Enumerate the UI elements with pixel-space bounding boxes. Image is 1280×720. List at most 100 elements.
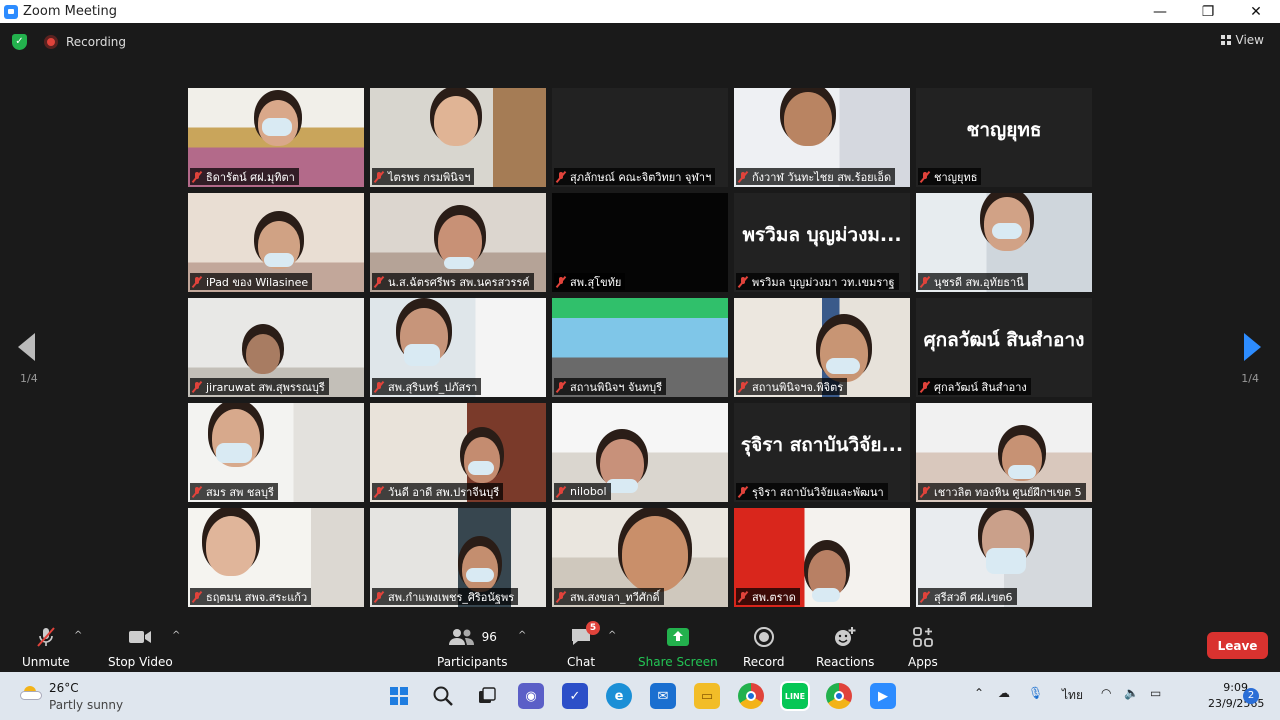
participant-tile[interactable]: พรวิมล บุญม่วงม... พรวิมล บุญม่วงมา วท.เข… [734, 193, 910, 292]
file-explorer-icon[interactable]: ▭ [694, 683, 720, 709]
participant-tile[interactable]: ไตรพร กรมพินิจฯ [370, 88, 546, 187]
teams-chat-icon[interactable]: ◉ [518, 683, 544, 709]
participant-tile[interactable]: สพ.ตราด [734, 508, 910, 607]
muted-mic-icon [192, 591, 202, 603]
participants-options-chevron-icon[interactable]: ^ [518, 630, 526, 641]
stop-video-button[interactable]: Stop Video [108, 625, 173, 669]
muted-mic-icon [374, 171, 384, 183]
power-automate-icon[interactable]: ✓ [562, 683, 588, 709]
chat-options-chevron-icon[interactable]: ^ [608, 630, 616, 641]
maximize-button[interactable]: ❐ [1184, 0, 1232, 23]
audio-options-chevron-icon[interactable]: ^ [74, 630, 82, 641]
leave-button[interactable]: Leave [1207, 632, 1268, 659]
participant-name: นุชรดี สพ.อุทัยธานี [934, 275, 1024, 289]
reactions-button[interactable]: Reactions [816, 625, 874, 669]
participant-tile[interactable]: ธิดารัตน์ ศฝ.มุทิตา [188, 88, 364, 187]
next-page-arrow-icon[interactable] [1244, 333, 1261, 361]
participant-tile[interactable]: นุชรดี สพ.อุทัยธานี [916, 193, 1092, 292]
partly-sunny-icon[interactable] [20, 686, 42, 700]
participant-tile[interactable]: วันดี อาดี สพ.ปราจีนบุรี [370, 403, 546, 502]
participant-tile[interactable]: สถานพินิจฯจ.พิจิตร [734, 298, 910, 397]
face-mask [216, 443, 252, 463]
participant-tile[interactable]: น.ส.ฉัตรศรีพร สพ.นครสวรรค์ [370, 193, 546, 292]
view-button[interactable]: View [1220, 33, 1264, 47]
stop-video-label: Stop Video [108, 655, 173, 669]
microphone-tray-icon[interactable]: 🎙 [1028, 686, 1043, 700]
participant-tile[interactable]: สุรีสวดี ศฝ.เขต6 [916, 508, 1092, 607]
participant-tile[interactable]: jiraruwat สพ.สุพรรณบุรี [188, 298, 364, 397]
participant-name: วันดี อาดี สพ.ปราจีนบุรี [388, 485, 500, 499]
participant-face [622, 516, 688, 592]
participant-tile[interactable]: iPad ของ Wilasinee [188, 193, 364, 292]
wifi-icon[interactable]: ◠ [1101, 686, 1111, 700]
weather-condition[interactable]: Partly sunny [49, 698, 123, 712]
video-options-chevron-icon[interactable]: ^ [172, 630, 180, 641]
minimize-button[interactable]: — [1136, 0, 1184, 23]
face-mask [444, 257, 474, 269]
share-screen-icon [666, 625, 690, 649]
muted-microphone-icon [34, 625, 58, 649]
previous-page-arrow-icon[interactable] [18, 333, 35, 361]
muted-mic-icon [738, 486, 748, 498]
chrome-profile-icon[interactable] [826, 683, 852, 709]
participant-tile[interactable]: สพ.สุโขทัย [552, 193, 728, 292]
input-language[interactable]: ไทย [1062, 686, 1083, 705]
record-button[interactable]: Record [743, 625, 784, 669]
participant-name-tag: สพ.สงขลา_ทวีศักดิ์ [554, 588, 664, 605]
mail-icon[interactable]: ✉ [650, 683, 676, 709]
participant-tile[interactable]: สพ.สงขลา_ทวีศักดิ์ [552, 508, 728, 607]
tray-overflow-chevron-icon[interactable]: ⌃ [974, 686, 984, 700]
participant-name: iPad ของ Wilasinee [206, 275, 309, 289]
participant-name-tag: สพ.กำแพงเพชร_ศิริอนัฐพร [372, 588, 519, 605]
participant-face [784, 92, 832, 146]
participant-tile[interactable]: ศุกลวัฒน์ สินสำอาง ศุกลวัฒน์ สินสำอาง [916, 298, 1092, 397]
muted-mic-icon [374, 381, 384, 393]
participant-tile[interactable]: nilobol [552, 403, 728, 502]
participant-tile[interactable]: รุจิรา สถาบันวิจัย... รุจิรา สถาบันวิจัยแ… [734, 403, 910, 502]
participant-name-tag: สถานพินิจฯ จันทบุรี [554, 378, 667, 395]
participant-tile[interactable]: ธฤตมน สพจ.สระแก้ว [188, 508, 364, 607]
participant-tile[interactable]: สุภลักษณ์ คณะจิตวิทยา จุฬาฯ [552, 88, 728, 187]
muted-mic-icon [374, 591, 384, 603]
participant-tile[interactable]: สพ.กำแพงเพชร_ศิริอนัฐพร [370, 508, 546, 607]
chat-button[interactable]: 5 Chat [567, 621, 601, 669]
participants-button[interactable]: 96 Participants [437, 625, 508, 669]
participant-name: เชาวลิต ทองหิน ศูนย์ฝึกฯเขต 5 [934, 485, 1082, 499]
muted-mic-icon [920, 486, 930, 498]
windows-start-icon[interactable] [386, 683, 412, 709]
onedrive-cloud-icon[interactable]: ☁ [998, 686, 1010, 700]
participant-tile[interactable]: ชาญยุทธ ชาญยุทธ [916, 88, 1092, 187]
participant-name: น.ส.ฉัตรศรีพร สพ.นครสวรรค์ [388, 275, 530, 289]
encryption-shield-icon[interactable]: ✓ [12, 34, 27, 50]
muted-mic-icon [556, 486, 566, 498]
participant-name: สพ.สงขลา_ทวีศักดิ์ [570, 590, 660, 604]
participant-display-name: รุจิรา สถาบันวิจัย... [740, 433, 904, 456]
recording-label[interactable]: Recording [66, 35, 126, 49]
participant-name: nilobol [570, 485, 607, 498]
line-app-icon[interactable]: LINE [780, 681, 810, 711]
muted-mic-icon [556, 381, 566, 393]
participant-tile[interactable]: สมร สพ ชลบุรี [188, 403, 364, 502]
apps-button[interactable]: Apps [908, 625, 938, 669]
battery-icon[interactable]: ▭ [1150, 686, 1161, 700]
participant-name-tag: กังวาฬ วันทะไชย สพ.ร้อยเอ็ด [736, 168, 896, 185]
unmute-button[interactable]: Unmute [22, 625, 70, 669]
participant-name: สุภลักษณ์ คณะจิตวิทยา จุฬาฯ [570, 170, 712, 184]
task-view-icon[interactable] [474, 683, 500, 709]
zoom-taskbar-icon[interactable]: ▶ [870, 683, 896, 709]
close-button[interactable]: ✕ [1232, 0, 1280, 23]
participant-tile[interactable]: สถานพินิจฯ จันทบุรี [552, 298, 728, 397]
edge-browser-icon[interactable]: e [606, 683, 632, 709]
participant-tile[interactable]: กังวาฬ วันทะไชย สพ.ร้อยเอ็ด [734, 88, 910, 187]
search-icon[interactable] [430, 683, 456, 709]
volume-icon[interactable]: 🔈 [1124, 686, 1139, 700]
participant-tile[interactable]: เชาวลิต ทองหิน ศูนย์ฝึกฯเขต 5 [916, 403, 1092, 502]
notification-count-badge[interactable]: 2 [1243, 688, 1259, 704]
weather-temperature[interactable]: 26°C [49, 681, 79, 695]
page-indicator-left: 1/4 [20, 372, 38, 385]
participant-name: สพ.ตราด [752, 590, 796, 604]
share-screen-button[interactable]: Share Screen [638, 625, 718, 669]
participant-name: กังวาฬ วันทะไชย สพ.ร้อยเอ็ด [752, 170, 892, 184]
participant-tile[interactable]: สพ.สุรินทร์_ปภัสรา [370, 298, 546, 397]
chrome-icon[interactable] [738, 683, 764, 709]
